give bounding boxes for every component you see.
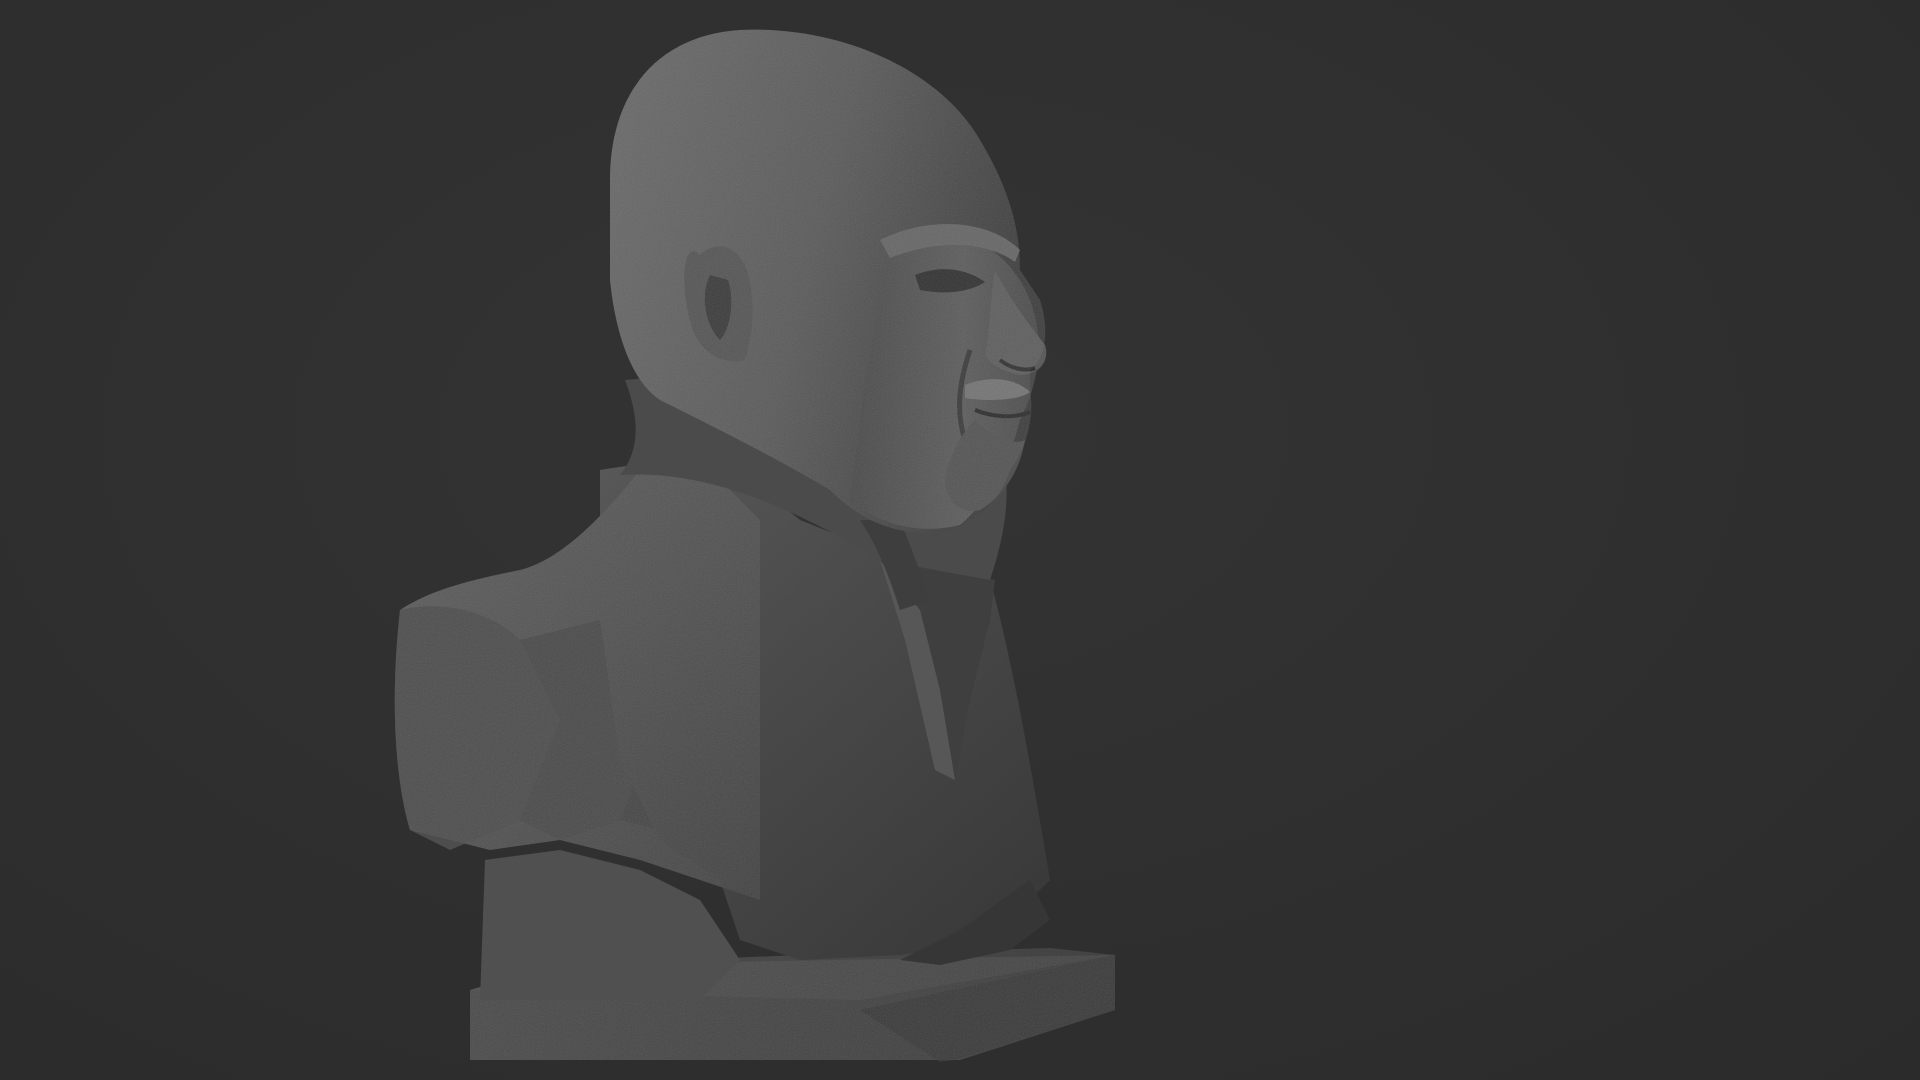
3d-viewport[interactable]	[0, 0, 1920, 1080]
bust-sculpture	[394, 29, 1115, 1062]
